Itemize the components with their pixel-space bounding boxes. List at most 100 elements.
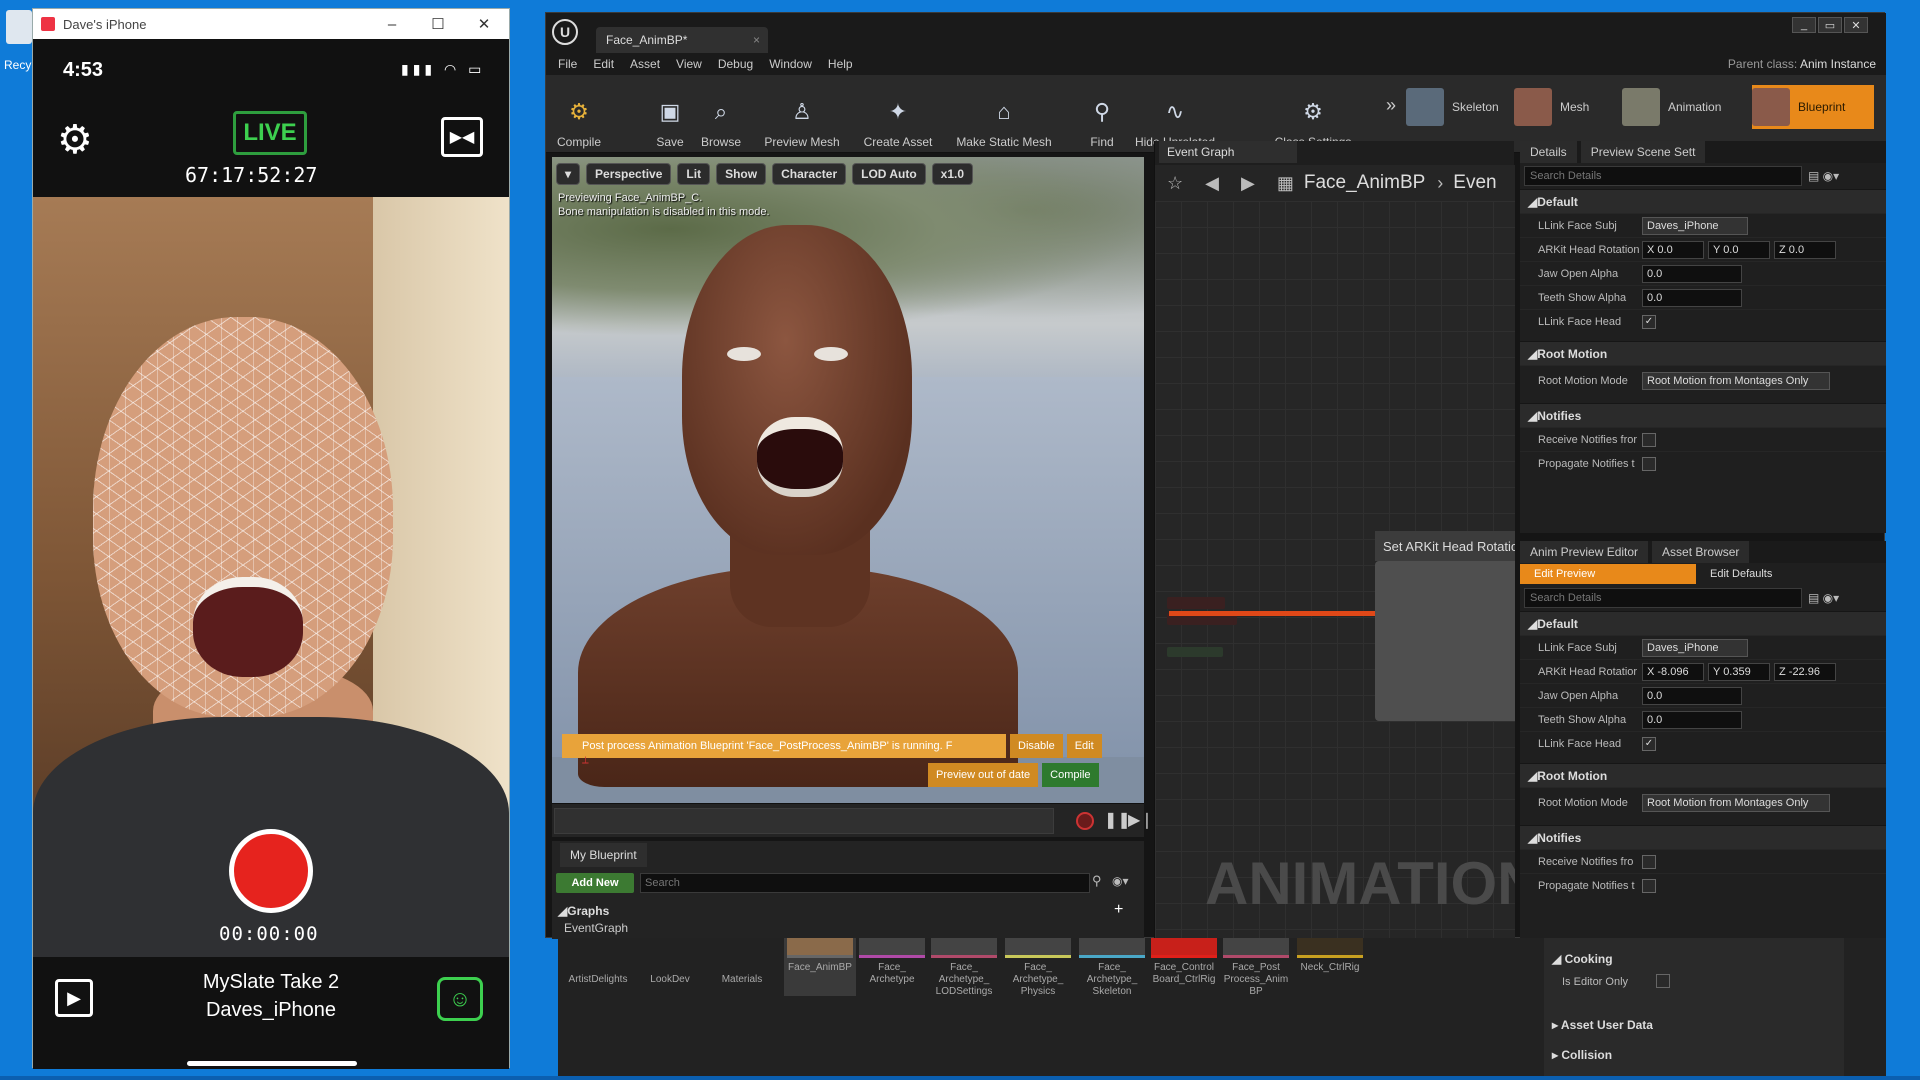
graph-node[interactable] [1167, 597, 1225, 609]
face-tracking-icon[interactable]: ☺ [437, 977, 483, 1021]
video-capture-icon[interactable]: ▶◀ [441, 117, 483, 157]
tab-details[interactable]: Details [1520, 141, 1577, 163]
rotation-y-input[interactable]: Y 0.0 [1708, 240, 1770, 259]
forward-arrow-icon[interactable]: ▶ [1241, 173, 1255, 194]
live-indicator[interactable]: LIVE [233, 111, 307, 155]
preview-search-input[interactable]: Search Details [1524, 588, 1802, 608]
browse-button[interactable]: ⌕ Browse [696, 79, 746, 149]
tab-asset-browser[interactable]: Asset Browser [1652, 541, 1750, 563]
rotation-x-input[interactable]: X -8.096 [1642, 662, 1704, 681]
face-head-checkbox[interactable]: ✓ [1642, 736, 1656, 751]
face-head-checkbox[interactable]: ✓ [1642, 314, 1656, 329]
tab-anim-preview-editor[interactable]: Anim Preview Editor [1520, 541, 1649, 563]
maximize-button[interactable]: ☐ [415, 9, 461, 39]
category-notifies[interactable]: ◢ Notifies [1520, 403, 1886, 427]
asset-item[interactable]: Face_Post Process_Anim BP [1220, 938, 1292, 998]
asset-item[interactable]: Face_ Archetype_ LODSettings [928, 938, 1000, 998]
category-default[interactable]: ◢ Default [1520, 189, 1886, 213]
mode-skeleton[interactable]: Skeleton [1406, 85, 1499, 129]
viewport-options-button[interactable]: ▾ [556, 163, 581, 185]
view-options-icon[interactable]: ▤ ◉▾ [1808, 591, 1839, 605]
tab-event-graph[interactable]: Event Graph [1159, 141, 1297, 163]
asset-item[interactable]: Face_Control Board_CtrlRig [1148, 938, 1220, 998]
receive-notifies-checkbox[interactable] [1642, 432, 1656, 447]
pause-icon[interactable]: ❚❚ [1104, 810, 1131, 830]
asset-item[interactable]: Neck_CtrlRig [1294, 938, 1366, 998]
record-icon[interactable] [1076, 812, 1094, 830]
graphs-category[interactable]: ◢ Graphs [554, 901, 1142, 921]
favorite-star-icon[interactable]: ☆ [1167, 173, 1183, 194]
rotation-y-input[interactable]: Y 0.359 [1708, 662, 1770, 681]
recycle-bin-icon[interactable] [6, 10, 32, 44]
lit-button[interactable]: Lit [677, 163, 711, 185]
menu-file[interactable]: File [558, 57, 577, 71]
category-default[interactable]: ◢ Default [1520, 611, 1886, 635]
lod-button[interactable]: LOD Auto [852, 163, 926, 185]
more-chevron-icon[interactable]: » [1386, 95, 1396, 116]
perspective-button[interactable]: Perspective [586, 163, 672, 185]
gear-icon[interactable]: ⚙ [57, 117, 93, 163]
step-forward-icon[interactable]: ▶❘ [1128, 810, 1154, 830]
class-settings-button[interactable]: ⚙Class Settings [1272, 79, 1354, 149]
menu-window[interactable]: Window [769, 57, 812, 71]
asset-item[interactable]: Face_ Archetype_ Skeleton [1076, 938, 1148, 998]
category-collision[interactable]: ▸ Collision [1552, 1048, 1612, 1062]
blueprint-search-input[interactable] [640, 873, 1090, 893]
rotation-z-input[interactable]: Z 0.0 [1774, 240, 1836, 259]
jaw-open-input[interactable]: 0.0 [1642, 264, 1742, 283]
edit-preview-radio[interactable]: Edit Preview [1520, 564, 1696, 584]
tab-my-blueprint[interactable]: My Blueprint [560, 843, 647, 867]
speed-button[interactable]: x1.0 [931, 163, 974, 185]
close-button[interactable]: ✕ [461, 9, 507, 39]
menu-asset[interactable]: Asset [630, 57, 660, 71]
category-asset-user-data[interactable]: ▸ Asset User Data [1552, 1018, 1653, 1032]
teeth-show-input[interactable]: 0.0 [1642, 710, 1742, 729]
home-indicator[interactable] [187, 1061, 357, 1066]
menu-view[interactable]: View [676, 57, 702, 71]
menu-help[interactable]: Help [828, 57, 853, 71]
eventgraph-item[interactable]: EventGraph [564, 921, 628, 935]
window-maximize-button[interactable]: ▭ [1818, 17, 1842, 33]
compile-button[interactable]: ⚙ Compile [554, 79, 604, 149]
record-button[interactable] [229, 829, 313, 913]
make-static-mesh-button[interactable]: ⌂ Make Static Mesh [954, 79, 1054, 149]
receive-notifies-checkbox[interactable] [1642, 854, 1656, 869]
save-button[interactable]: ▣ Save [650, 79, 690, 149]
add-graph-icon[interactable]: + [1114, 901, 1123, 919]
asset-item[interactable]: Face_ Archetype [856, 938, 928, 998]
window-minimize-button[interactable]: _ [1792, 17, 1816, 33]
create-asset-button[interactable]: ✦ Create Asset [860, 79, 936, 149]
set-arkit-head-rotation-node[interactable]: Set ARKit Head Rotation [1375, 531, 1515, 721]
details-search-input[interactable]: Search Details [1524, 166, 1802, 186]
back-arrow-icon[interactable]: ◀ [1205, 173, 1219, 194]
mode-blueprint[interactable]: Blueprint [1752, 85, 1874, 129]
graph-node[interactable] [1167, 647, 1223, 657]
view-options-icon[interactable]: ▤ ◉▾ [1808, 169, 1839, 183]
minimize-button[interactable]: – [369, 9, 415, 39]
preview-viewport[interactable]: ▾ Perspective Lit Show Character LOD Aut… [552, 157, 1144, 803]
timeline-track[interactable] [554, 808, 1054, 834]
tab-preview-scene-settings[interactable]: Preview Scene Sett [1580, 141, 1706, 163]
close-tab-icon[interactable]: × [753, 33, 760, 47]
category-cooking[interactable]: ◢ Cooking [1552, 952, 1613, 966]
asset-item[interactable]: Face_ Archetype_ Physics [1002, 938, 1074, 998]
add-new-button[interactable]: Add New [556, 873, 634, 893]
find-button[interactable]: ⚲ Find [1082, 79, 1122, 149]
root-motion-combo[interactable]: Root Motion from Montages Only [1642, 793, 1830, 812]
editor-only-checkbox[interactable] [1656, 974, 1670, 988]
window-close-button[interactable]: ✕ [1844, 17, 1868, 33]
graph-canvas[interactable]: Set ARKit Head Rotation ANIMATION [1155, 201, 1515, 939]
propagate-notifies-checkbox[interactable] [1642, 456, 1656, 471]
category-notifies[interactable]: ◢ Notifies [1520, 825, 1886, 849]
asset-folder[interactable]: LookDev [634, 974, 706, 1034]
eye-icon[interactable]: ◉▾ [1112, 874, 1129, 888]
edit-defaults-radio[interactable]: Edit Defaults [1710, 568, 1772, 580]
parent-class-value[interactable]: Anim Instance [1800, 57, 1876, 71]
rotation-z-input[interactable]: Z -22.96 [1774, 662, 1836, 681]
viewport-compile-button[interactable]: Compile [1042, 763, 1099, 787]
subject-combo[interactable]: Daves_iPhone [1642, 638, 1748, 657]
asset-item-selected[interactable]: Face_AnimBP [784, 938, 856, 996]
menu-debug[interactable]: Debug [718, 57, 753, 71]
asset-folder[interactable]: ArtistDelights [562, 974, 634, 1034]
root-motion-combo[interactable]: Root Motion from Montages Only [1642, 371, 1830, 390]
